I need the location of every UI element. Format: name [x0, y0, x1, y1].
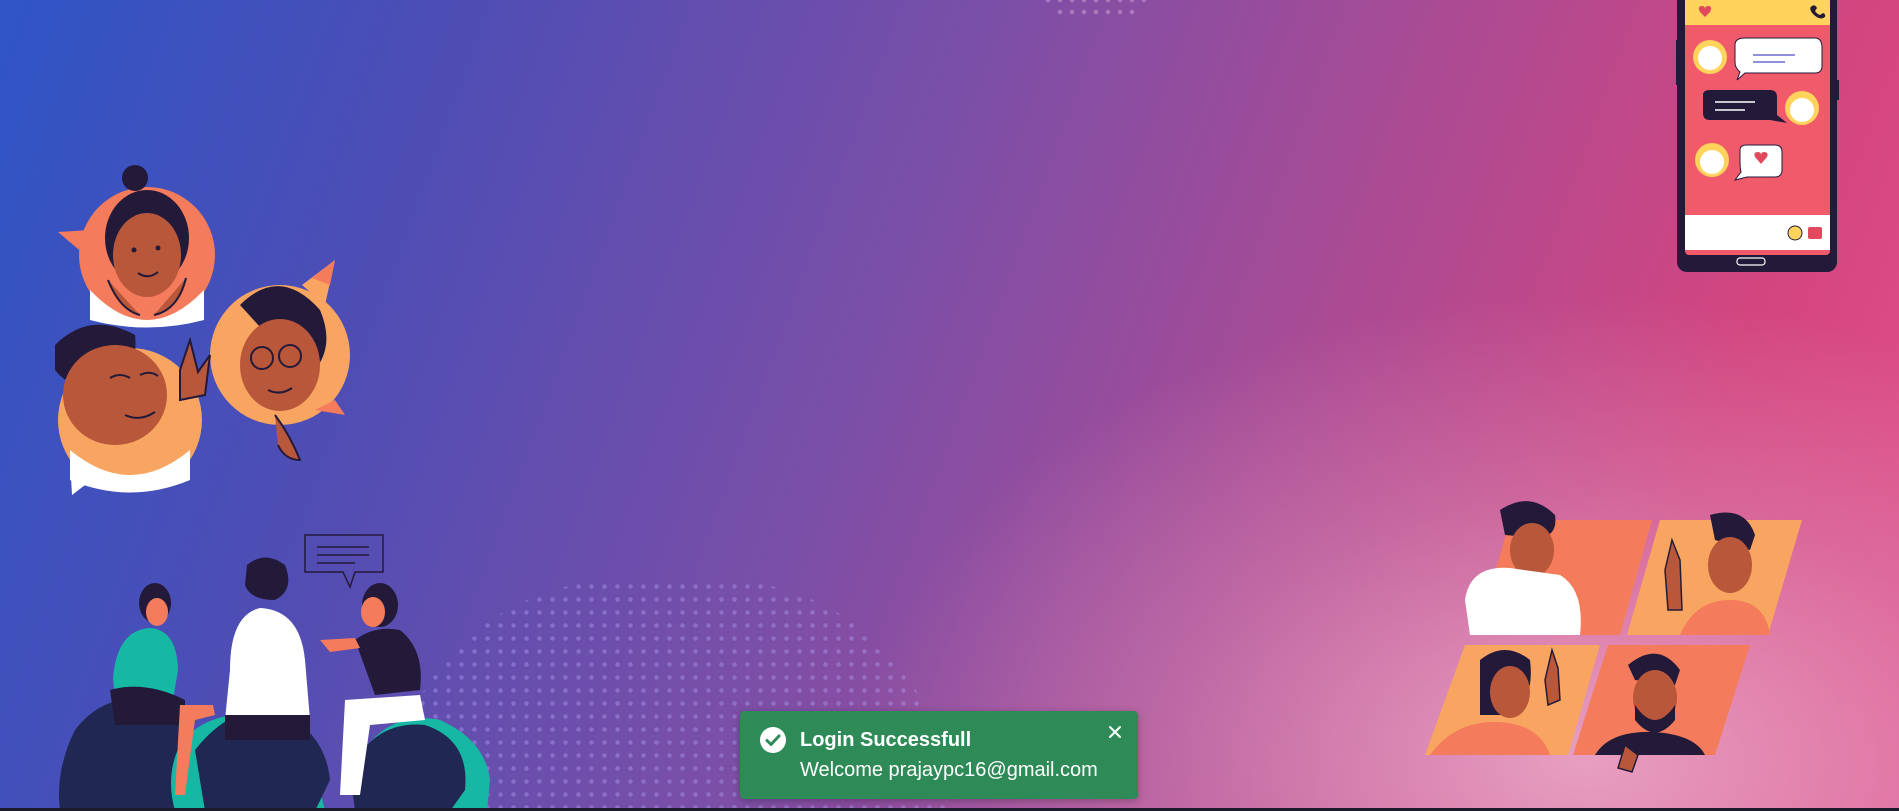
- toast-message: Welcome prajaypc16@gmail.com: [800, 759, 1098, 781]
- check-circle-icon: [760, 727, 786, 753]
- close-icon[interactable]: [1102, 719, 1128, 745]
- video-call-illustration: [1425, 501, 1802, 773]
- toast-title: Login Successfull: [800, 729, 972, 751]
- login-success-toast[interactable]: Login Successfull Welcome prajaypc16@gma…: [740, 711, 1138, 799]
- phone-chat-illustration: [1676, 0, 1839, 272]
- people-avatars-illustration: [55, 165, 350, 495]
- friends-chatting-illustration: [59, 534, 490, 811]
- dot-pattern-top: [1030, 0, 1160, 20]
